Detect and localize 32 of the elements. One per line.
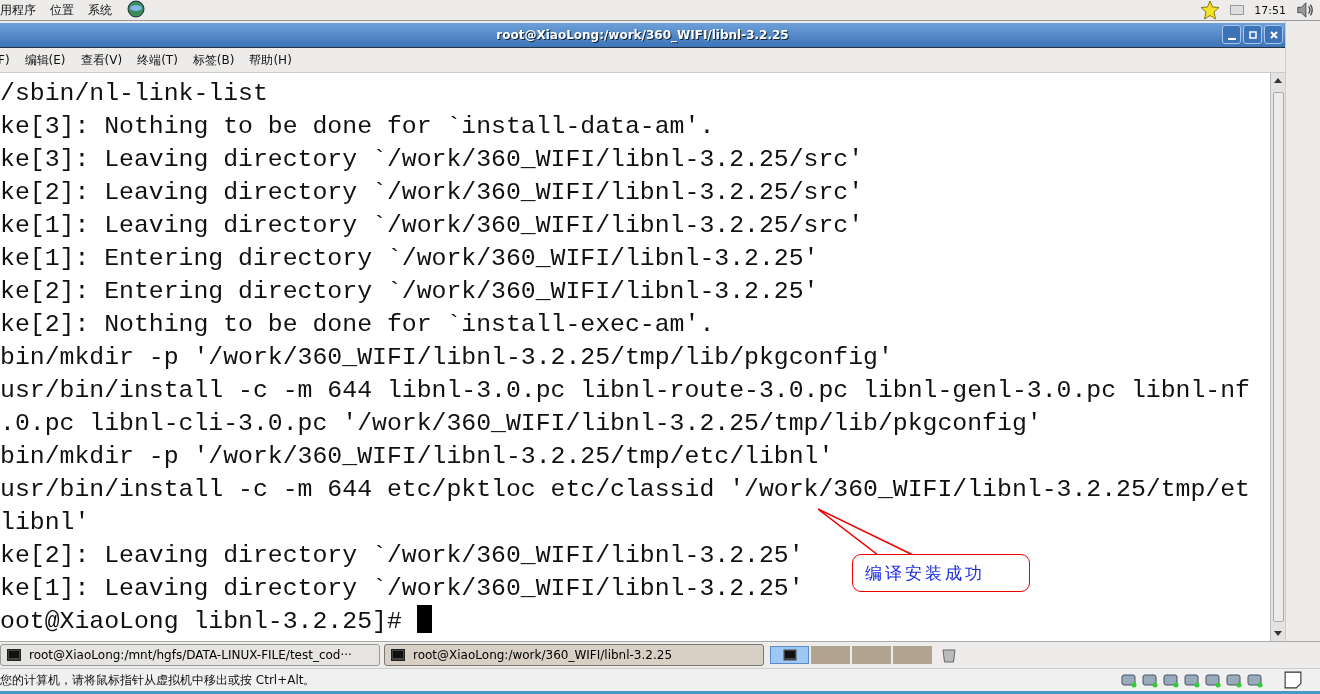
terminal-line: ke[2]: Leaving directory `/work/360_WIFI/libnl-3.2.25'	[0, 540, 804, 571]
menu-item[interactable]: 编辑(E)	[24, 51, 66, 69]
panel-menu[interactable]: 位置	[50, 1, 74, 19]
terminal-line: ke[2]: Entering directory `/work/360_WIFI/libnl-3.2.25'	[0, 276, 819, 307]
menu-item[interactable]: 标签(B)	[192, 51, 235, 69]
menu-item[interactable]: 查看(V)	[80, 51, 123, 69]
callout: 编译安装成功	[852, 554, 1030, 592]
terminal-line: ke[1]: Entering directory `/work/360_WIFI/libnl-3.2.25'	[0, 243, 819, 274]
menu-item[interactable]: 终端(T)	[137, 51, 178, 69]
taskbar-button[interactable]: root@XiaoLong:/work/360_WIFI/libnl-3.2.25	[384, 644, 764, 667]
clock[interactable]: 17:51	[1254, 3, 1286, 17]
terminal-line: ke[1]: Leaving directory `/work/360_WIFI/libnl-3.2.25/src'	[0, 210, 864, 241]
terminal-line: /sbin/nl-link-list	[0, 78, 268, 109]
taskbar-button[interactable]: root@XiaoLong:/mnt/hgfs/DATA-LINUX-FILE/test_cod···	[0, 644, 380, 667]
panel-menu[interactable]: 用程序	[0, 1, 36, 19]
terminal-line: ke[1]: Leaving directory `/work/360_WIFI/libnl-3.2.25'	[0, 573, 804, 604]
status-message: 您的计算机，请将鼠标指针从虚拟机中移出或按 Ctrl+Alt。	[0, 671, 316, 689]
terminal-line: .0.pc libnl-cli-3.0.pc '/work/360_WIFI/libnl-3.2.25/tmp/lib/pkgconfig'	[0, 408, 1042, 439]
terminal-line: ke[3]: Nothing to be done for `install-data-am'.	[0, 111, 715, 142]
window-title: root@XiaoLong:/work/360_WIFI/libnl-3.2.25	[496, 28, 789, 42]
terminal-line: usr/bin/install -c -m 644 etc/pktloc etc/classid '/work/360_WIFI/libnl-3.2.25/tmp/et	[0, 474, 1250, 505]
terminal-line: oot@XiaoLong libnl-3.2.25]#	[0, 605, 432, 638]
terminal-line: ke[2]: Leaving directory `/work/360_WIFI/libnl-3.2.25/src'	[0, 177, 864, 208]
terminal-line: libnl'	[0, 507, 90, 538]
terminal-line: bin/mkdir -p '/work/360_WIFI/libnl-3.2.25/tmp/etc/libnl'	[0, 441, 834, 472]
terminal-line: ke[2]: Nothing to be done for `install-exec-am'.	[0, 309, 715, 340]
panel-menu[interactable]: 系统	[88, 1, 112, 19]
menu-item[interactable]: F)	[0, 53, 10, 67]
terminal-line: ke[3]: Leaving directory `/work/360_WIFI/libnl-3.2.25/src'	[0, 144, 864, 175]
terminal-line: bin/mkdir -p '/work/360_WIFI/libnl-3.2.25/tmp/lib/pkgconfig'	[0, 342, 893, 373]
terminal-line: usr/bin/install -c -m 644 libnl-3.0.pc libnl-route-3.0.pc libnl-genl-3.0.pc libnl-nf	[0, 375, 1250, 406]
menu-item[interactable]: 帮助(H)	[249, 51, 292, 69]
